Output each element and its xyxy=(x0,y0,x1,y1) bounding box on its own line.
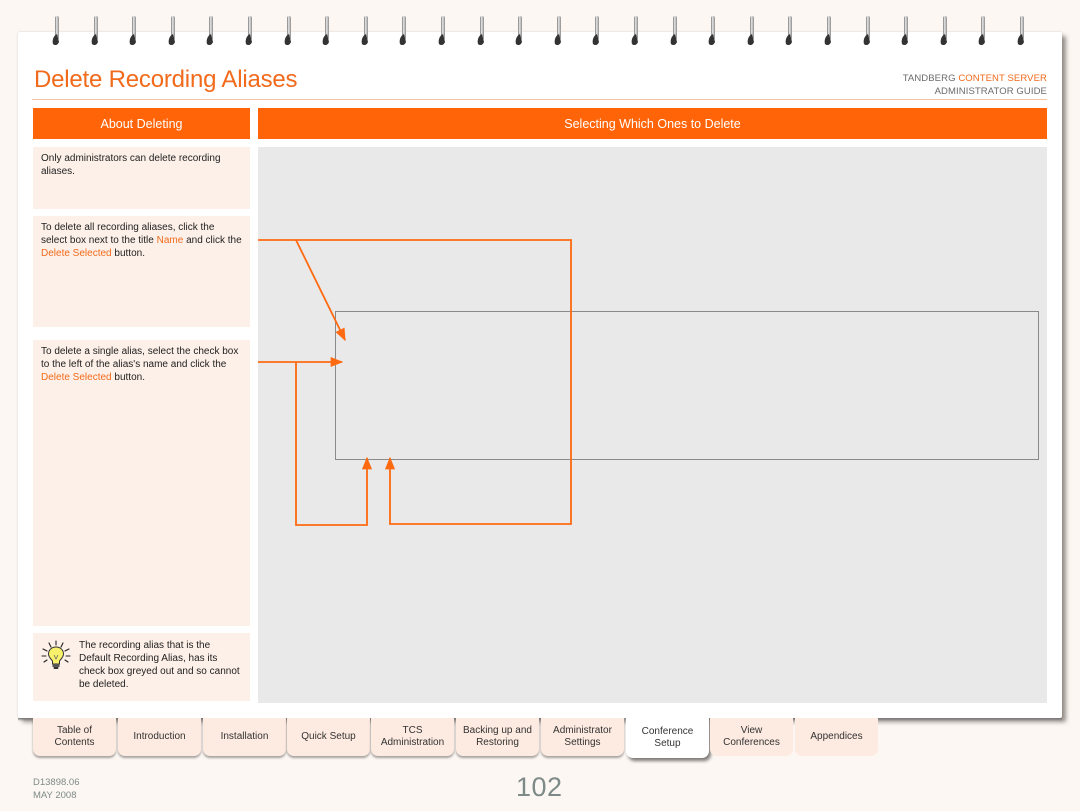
tab-label: Conference xyxy=(641,725,694,737)
lightbulb-icon xyxy=(41,640,71,669)
tab-label: Restoring xyxy=(476,737,519,748)
binder-ring-icon xyxy=(783,14,797,48)
binder-ring-icon xyxy=(204,14,218,48)
tip-note: The recording alias that is the Default … xyxy=(33,633,250,701)
tab-introduction[interactable]: Introduction xyxy=(118,718,201,756)
note-text: button. xyxy=(111,372,145,383)
binder-ring-icon xyxy=(976,14,990,48)
note-text: To delete a single alias, select the che… xyxy=(41,346,239,370)
binder-ring-icon xyxy=(359,14,373,48)
binder-rings-front xyxy=(0,14,1080,50)
binder-ring-icon xyxy=(166,14,180,48)
tab-label: Administrator xyxy=(553,724,612,736)
tab-backing-up-restoring[interactable]: Backing up and Restoring xyxy=(456,718,539,756)
brand-prefix: TANDBERG xyxy=(902,73,959,84)
brand-product: CONTENT SERVER xyxy=(958,73,1047,84)
tab-label: Administration xyxy=(380,737,445,748)
binder-ring-icon xyxy=(243,14,257,48)
delete-selected-link[interactable]: Delete Selected xyxy=(41,372,112,383)
tab-label: Conferences xyxy=(723,737,780,748)
page-number: 102 xyxy=(516,772,563,802)
brand-subtitle: ADMINISTRATOR GUIDE xyxy=(934,86,1047,97)
binder-ring-icon xyxy=(127,14,141,48)
binder-ring-icon xyxy=(861,14,875,48)
note-delete-all: To delete all recording aliases, click t… xyxy=(33,216,250,327)
tab-label: Setup xyxy=(654,738,681,749)
binder-ring-icon xyxy=(89,14,103,48)
tab-installation[interactable]: Installation xyxy=(203,718,286,756)
brand-block: TANDBERG CONTENT SERVER ADMINISTRATOR GU… xyxy=(903,72,1047,98)
delete-selected-link[interactable]: Delete Selected xyxy=(41,248,112,259)
tab-label: Settings xyxy=(564,737,601,748)
selecting-header: Selecting Which Ones to Delete xyxy=(258,108,1047,139)
tab-label: Contents xyxy=(54,737,95,748)
tab-label: View xyxy=(740,724,763,736)
binder-ring-icon xyxy=(706,14,720,48)
note-text: Only administrators can delete recording… xyxy=(41,153,221,177)
tab-view-conferences[interactable]: View Conferences xyxy=(710,718,793,756)
binder-ring-icon xyxy=(513,14,527,48)
binder-ring-icon xyxy=(745,14,759,48)
binder-ring-icon xyxy=(938,14,952,48)
binder-ring-icon xyxy=(590,14,604,48)
binder-ring-icon xyxy=(899,14,913,48)
binder-ring-icon xyxy=(475,14,489,48)
document-number: D13898.06 xyxy=(33,777,80,788)
tab-label: Table of xyxy=(56,724,93,736)
binder-ring-icon xyxy=(436,14,450,48)
binder-ring-icon xyxy=(629,14,643,48)
note-delete-single: To delete a single alias, select the che… xyxy=(33,340,250,626)
tab-administrator-settings[interactable]: Administrator Settings xyxy=(541,718,624,756)
binder-ring-icon xyxy=(668,14,682,48)
name-link[interactable]: Name xyxy=(157,235,184,246)
binder-ring-icon xyxy=(282,14,296,48)
tab-appendices[interactable]: Appendices xyxy=(795,718,878,756)
note-text: button. xyxy=(111,248,145,259)
recording-aliases-screenshot-frame xyxy=(335,311,1039,460)
tab-label: Introduction xyxy=(133,730,186,742)
title-divider xyxy=(32,99,1047,100)
note-admin-only: Only administrators can delete recording… xyxy=(33,147,250,209)
document-date: MAY 2008 xyxy=(33,790,77,801)
tab-label: Appendices xyxy=(810,730,863,742)
tab-quick-setup[interactable]: Quick Setup xyxy=(287,718,370,756)
tab-conference-setup[interactable]: Conference Setup xyxy=(626,718,709,758)
tab-tcs-administration[interactable]: TCS Administration xyxy=(371,718,454,756)
tab-label: TCS xyxy=(402,724,423,736)
tab-table-of-contents[interactable]: Table of Contents xyxy=(33,718,116,756)
brand-line: TANDBERG CONTENT SERVER xyxy=(903,72,1047,85)
binder-ring-icon xyxy=(320,14,334,48)
page-title: Delete Recording Aliases xyxy=(34,66,298,93)
tab-label: Quick Setup xyxy=(301,730,356,742)
binder-ring-icon xyxy=(822,14,836,48)
tab-label: Backing up and xyxy=(463,724,532,736)
binder-ring-icon xyxy=(50,14,64,48)
binder-ring-icon xyxy=(397,14,411,48)
binder-ring-icon xyxy=(1015,14,1029,48)
tip-text: The recording alias that is the Default … xyxy=(79,640,240,690)
about-deleting-header: About Deleting xyxy=(33,108,250,139)
binder-ring-icon xyxy=(552,14,566,48)
note-text: and click the xyxy=(183,235,242,246)
tab-label: Installation xyxy=(220,730,269,742)
document-info: D13898.06 MAY 2008 xyxy=(33,776,79,802)
